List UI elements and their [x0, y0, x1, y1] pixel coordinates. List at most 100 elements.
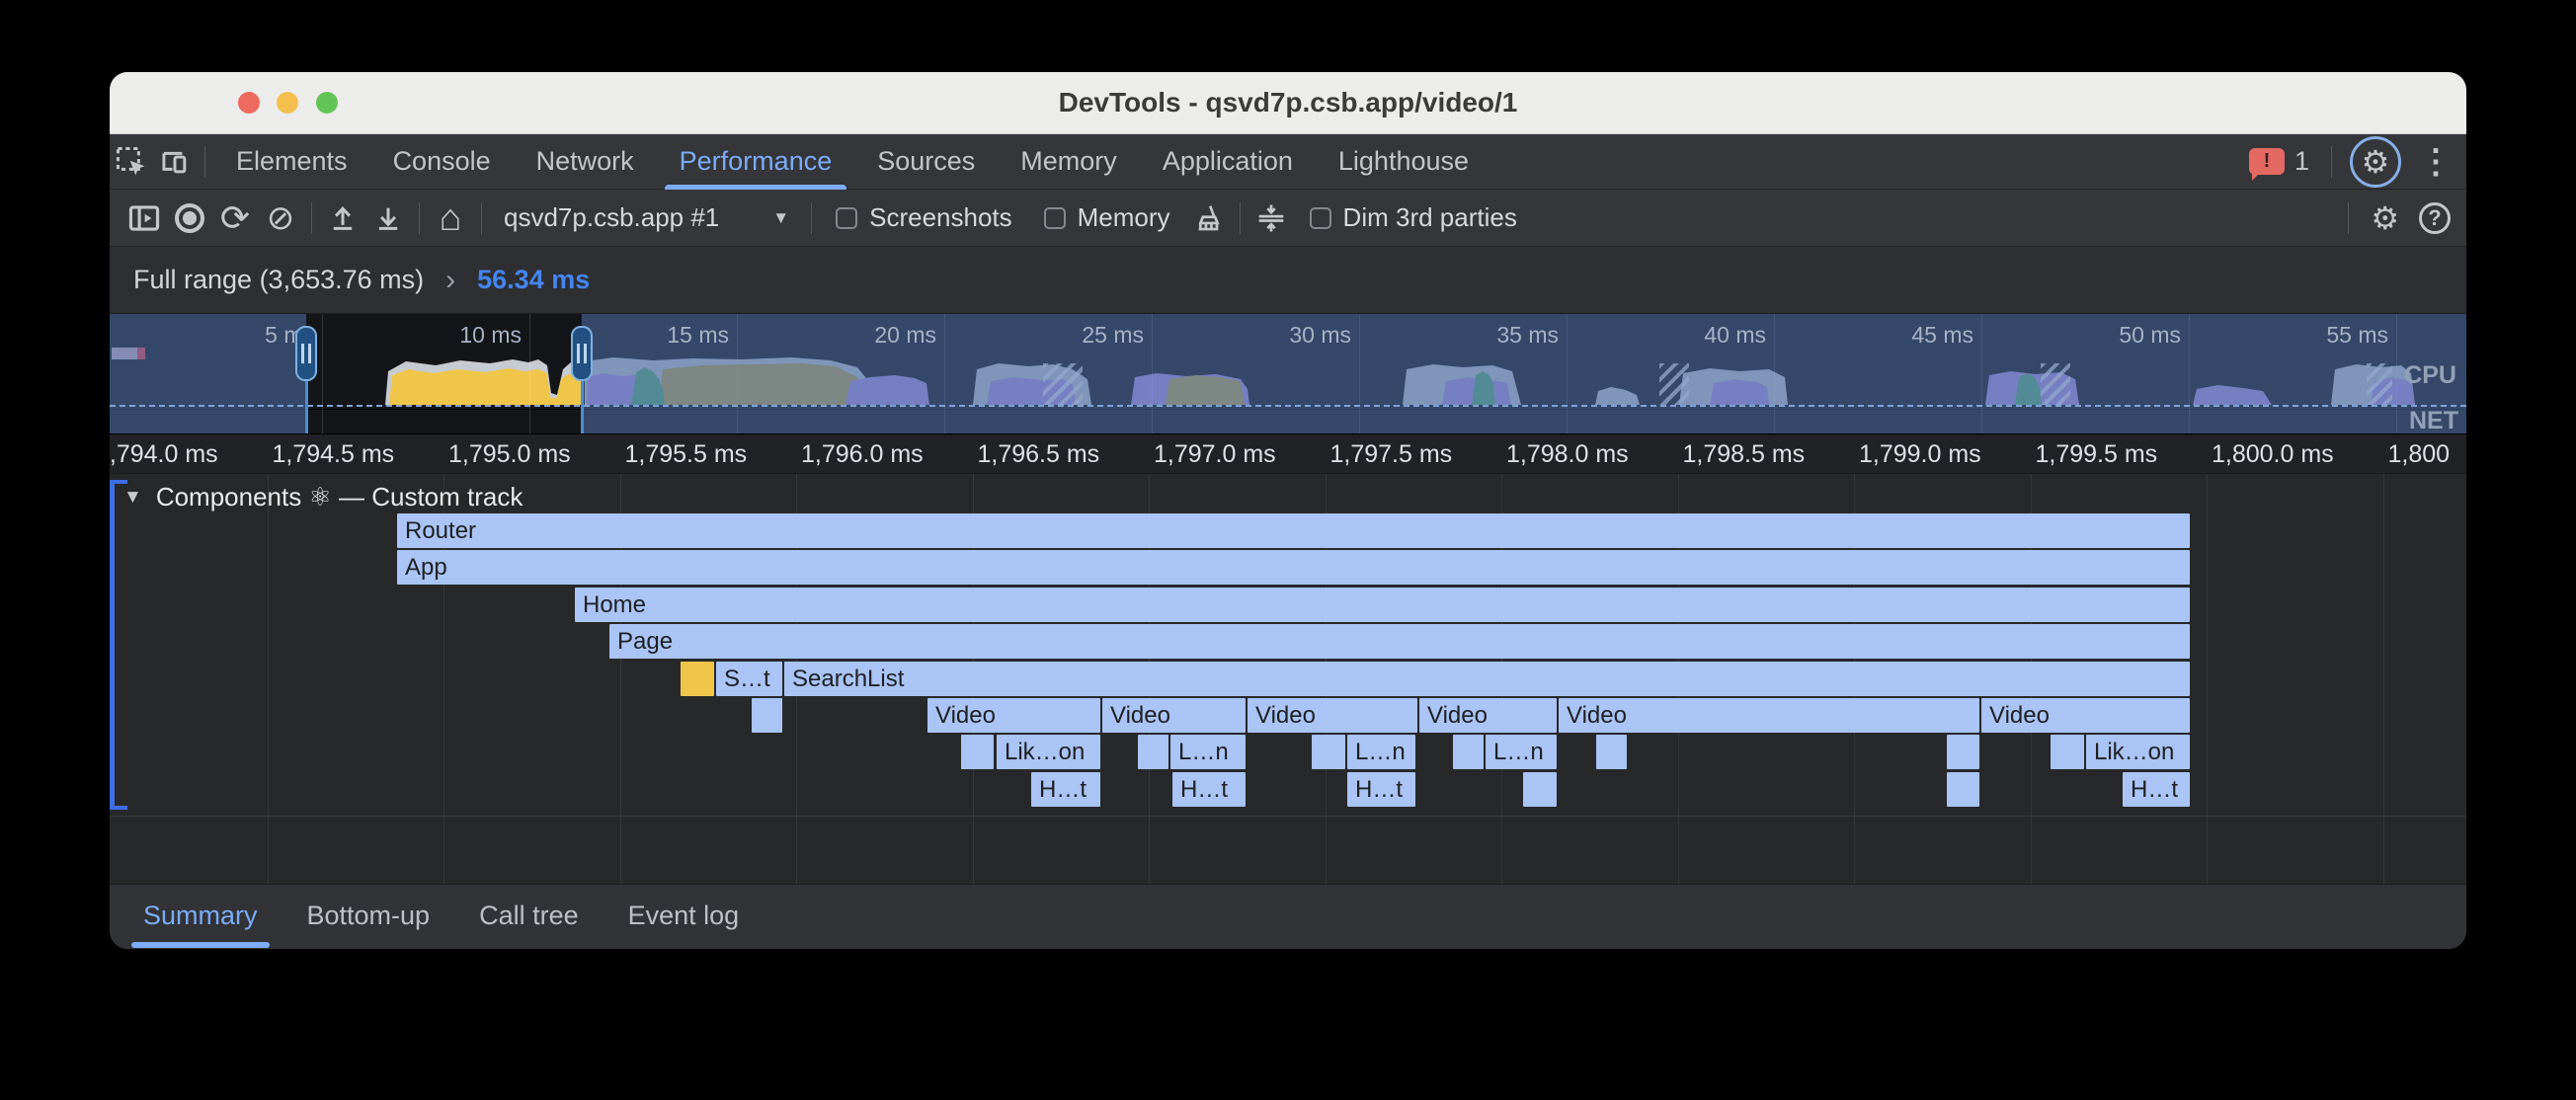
record-button[interactable] — [167, 196, 212, 241]
flame-bar-page[interactable]: Page — [609, 624, 2190, 659]
flame-bar-l-n[interactable]: L…n — [1347, 735, 1415, 769]
flame-chart[interactable]: ▼ Components ⚛ — Custom track RouterAppH… — [110, 474, 2466, 884]
flame-bar-block[interactable] — [1947, 735, 1979, 769]
tab-console[interactable]: Console — [370, 134, 514, 190]
checkbox-box — [1044, 207, 1066, 229]
time-label: 1,794.5 ms — [273, 434, 395, 474]
flame-bar-video[interactable]: Video — [1248, 698, 1417, 733]
console-error-icon[interactable]: ! — [2249, 148, 2285, 175]
ruler-label: 30 ms — [1289, 322, 1351, 349]
flame-bar-h-t[interactable]: H…t — [1347, 772, 1415, 807]
selected-range-crumb[interactable]: 56.34 ms — [477, 265, 590, 295]
collapse-tracks-icon[interactable] — [1248, 196, 1294, 241]
flame-bar-h-t[interactable]: H…t — [1172, 772, 1246, 807]
reload-record-button[interactable]: ⟳ — [212, 196, 258, 241]
flame-bar-block[interactable] — [1138, 735, 1168, 769]
download-profile-icon[interactable] — [365, 196, 411, 241]
checkbox-box — [1310, 207, 1331, 229]
ruler-label: 20 ms — [874, 322, 936, 349]
window-title: DevTools - qsvd7p.csb.app/video/1 — [110, 87, 2466, 118]
flame-bar-video[interactable]: Video — [927, 698, 1100, 733]
flame-bar-video[interactable]: Video — [1559, 698, 1979, 733]
tab-summary[interactable]: Summary — [143, 885, 258, 950]
divider — [1240, 202, 1241, 234]
tab-memory[interactable]: Memory — [998, 134, 1140, 190]
flame-bar-lik-on[interactable]: Lik…on — [2086, 735, 2190, 769]
tab-application[interactable]: Application — [1140, 134, 1316, 190]
tab-bottom-up[interactable]: Bottom-up — [307, 885, 431, 950]
flame-bar-block[interactable] — [1596, 735, 1627, 769]
flame-bar-router[interactable]: Router — [397, 513, 2190, 548]
title-bar: DevTools - qsvd7p.csb.app/video/1 — [110, 72, 2466, 134]
help-icon[interactable]: ? — [2419, 202, 2451, 234]
details-tab-bar: Summary Bottom-up Call tree Event log — [110, 884, 2466, 949]
panel-tabs: ElementsConsoleNetworkPerformanceSources… — [213, 134, 1491, 190]
divider — [311, 202, 312, 234]
flame-bar-h-t[interactable]: H…t — [2123, 772, 2190, 807]
tab-lighthouse[interactable]: Lighthouse — [1316, 134, 1491, 190]
zoom-button[interactable] — [316, 92, 338, 114]
flame-bar-block[interactable] — [1947, 772, 1979, 807]
upload-profile-icon[interactable] — [320, 196, 365, 241]
flame-bar-block[interactable] — [1523, 772, 1557, 807]
flame-bar-home[interactable]: Home — [575, 588, 2190, 622]
flame-bar-video[interactable]: Video — [1419, 698, 1557, 733]
dim-3rd-parties-checkbox[interactable]: Dim 3rd parties — [1310, 202, 1517, 233]
tab-bar-right: ! 1 ⚙ ⋮ — [2249, 136, 2466, 188]
tab-sources[interactable]: Sources — [854, 134, 998, 190]
minimize-button[interactable] — [277, 92, 298, 114]
flame-bar-video[interactable]: Video — [1102, 698, 1246, 733]
flame-bar-searchlist[interactable]: SearchList — [784, 662, 2190, 696]
ruler-label: 15 ms — [667, 322, 729, 349]
divider — [419, 202, 420, 234]
flame-bar-block[interactable] — [961, 735, 994, 769]
flame-bar-block[interactable] — [681, 662, 714, 696]
inspect-element-icon[interactable] — [110, 140, 153, 184]
settings-gear-button[interactable]: ⚙ — [2350, 136, 2401, 188]
flame-bar-block[interactable] — [752, 698, 782, 733]
flame-bar-h-t[interactable]: H…t — [1031, 772, 1100, 807]
toggle-sidebar-icon[interactable] — [121, 196, 167, 241]
selection-right-handle[interactable] — [571, 326, 593, 381]
selection-left-handle[interactable] — [295, 326, 317, 381]
ruler-label: 45 ms — [1911, 322, 1973, 349]
error-count: 1 — [2294, 146, 2309, 177]
timeline-overview[interactable]: 5 ms10 ms15 ms20 ms25 ms30 ms35 ms40 ms4… — [110, 314, 2466, 434]
flame-bar-block[interactable] — [2051, 735, 2084, 769]
ruler-label: 40 ms — [1704, 322, 1766, 349]
device-toolbar-icon[interactable] — [153, 140, 197, 184]
home-icon[interactable]: ⌂ — [428, 196, 473, 241]
flame-bar-lik-on[interactable]: Lik…on — [997, 735, 1100, 769]
tab-elements[interactable]: Elements — [213, 134, 370, 190]
tab-call-tree[interactable]: Call tree — [479, 885, 579, 950]
clear-button[interactable]: ⊘ — [258, 196, 303, 241]
range-breadcrumb: Full range (3,653.76 ms) › 56.34 ms — [110, 247, 2466, 314]
tab-event-log[interactable]: Event log — [628, 885, 740, 950]
target-selector[interactable]: qsvd7p.csb.app #1 ▼ — [490, 202, 803, 233]
flame-bar-block[interactable] — [1312, 735, 1345, 769]
time-label: 1,796.0 ms — [801, 434, 924, 474]
tab-network[interactable]: Network — [514, 134, 657, 190]
ruler-label: 10 ms — [459, 322, 522, 349]
tab-performance[interactable]: Performance — [657, 134, 855, 190]
flame-bar-video[interactable]: Video — [1981, 698, 2190, 733]
screenshots-checkbox[interactable]: Screenshots — [836, 202, 1012, 233]
flame-bar-l-n[interactable]: L…n — [1170, 735, 1246, 769]
gear-icon[interactable]: ⚙ — [2371, 202, 2399, 234]
collect-garbage-icon[interactable] — [1186, 196, 1232, 241]
flame-bar-s-t[interactable]: S…t — [716, 662, 782, 696]
flame-bar-l-n[interactable]: L…n — [1486, 735, 1557, 769]
full-range-crumb[interactable]: Full range (3,653.76 ms) — [133, 265, 424, 295]
flame-bar-block[interactable] — [1453, 735, 1484, 769]
chevron-down-icon: ▼ — [772, 208, 789, 228]
time-label: 1,800 — [2388, 434, 2451, 474]
close-button[interactable] — [238, 92, 260, 114]
checkbox-label: Screenshots — [869, 202, 1012, 233]
time-label: 1,799.5 ms — [2036, 434, 2158, 474]
divider — [2331, 146, 2332, 178]
time-label: 1,796.5 ms — [978, 434, 1100, 474]
ruler-label: 35 ms — [1496, 322, 1559, 349]
kebab-menu-icon[interactable]: ⋮ — [2419, 145, 2453, 179]
flame-bar-app[interactable]: App — [397, 550, 2190, 585]
memory-checkbox[interactable]: Memory — [1044, 202, 1170, 233]
